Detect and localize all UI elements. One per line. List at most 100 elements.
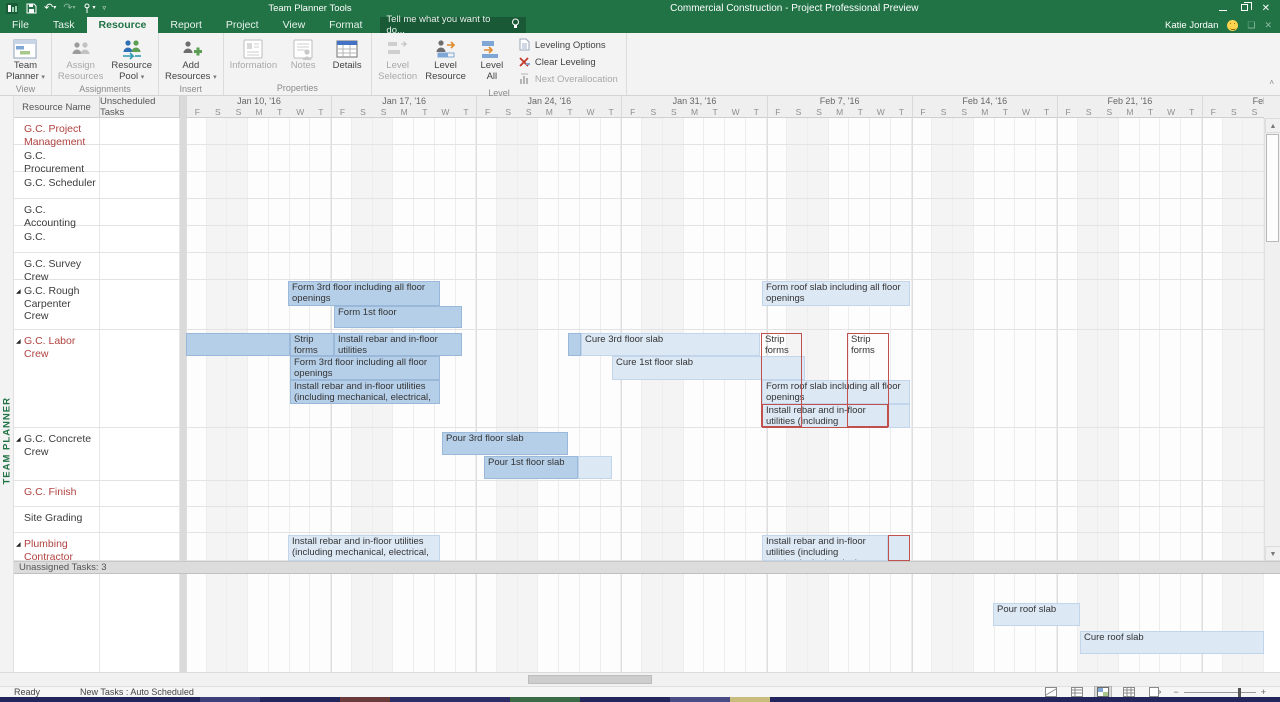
view-shortcut-team-planner[interactable] xyxy=(1095,687,1111,697)
clear-leveling-button[interactable]: Clear Leveling xyxy=(518,55,618,70)
level-resource-button[interactable]: LevelResource xyxy=(421,35,470,87)
task-bar[interactable]: Install rebar and in-floor utilities (in… xyxy=(288,535,440,561)
task-bar[interactable]: Install rebar and in-floor utilities (in… xyxy=(290,380,440,404)
tab-file[interactable]: File xyxy=(0,17,41,33)
task-bar[interactable]: Install rebar and in-floor utilities xyxy=(334,333,462,356)
leveling-options-button[interactable]: Leveling Options xyxy=(518,38,618,53)
timescale-week[interactable]: Feb 28, '16FSSMTWT xyxy=(1202,96,1264,118)
task-bar[interactable]: Form 3rd floor including all floor openi… xyxy=(290,356,440,380)
unscheduled-tasks-cell[interactable] xyxy=(100,481,180,506)
resource-name-cell[interactable]: G.C. Finish xyxy=(14,481,100,506)
horizontal-scrollbar-thumb[interactable] xyxy=(528,675,652,684)
task-bar[interactable]: Cure 3rd floor slab xyxy=(581,333,760,356)
expand-icon[interactable]: ◢ xyxy=(16,539,21,552)
resource-name-cell[interactable]: G.C. Survey Crew xyxy=(14,253,100,279)
unscheduled-tasks-cell[interactable] xyxy=(100,172,180,198)
tell-me-search-input[interactable]: Tell me what you want to do... xyxy=(380,17,526,33)
task-bar[interactable]: Form 3rd floor including all floor openi… xyxy=(288,281,440,306)
tab-report[interactable]: Report xyxy=(158,17,214,33)
task-bar[interactable]: Strip forms xyxy=(761,333,802,427)
unscheduled-tasks-cell[interactable] xyxy=(100,428,180,480)
ribbon-display-options-icon[interactable]: ❏ xyxy=(1247,20,1255,31)
scroll-up-icon[interactable]: ▲ xyxy=(1265,118,1280,133)
timescale-week[interactable]: Feb 7, '16FSSMTWT xyxy=(767,96,912,118)
resource-name-column-header[interactable]: Resource Name xyxy=(14,96,100,118)
resource-name-cell[interactable]: ◢G.C. Labor Crew xyxy=(14,330,100,427)
view-shortcut-resource-sheet[interactable] xyxy=(1121,687,1137,697)
new-tasks-mode[interactable]: New Tasks : Auto Scheduled xyxy=(80,687,194,697)
undo-button[interactable]: ↶▾ xyxy=(44,3,56,14)
zoom-out-button[interactable]: − xyxy=(1173,687,1178,697)
resource-name-cell[interactable]: ◢G.C. Concrete Crew xyxy=(14,428,100,480)
unscheduled-tasks-cell[interactable] xyxy=(100,533,180,560)
resource-name-cell[interactable]: G.C. Project Management xyxy=(14,118,100,144)
unscheduled-tasks-cell[interactable] xyxy=(100,226,180,252)
scroll-down-icon[interactable]: ▼ xyxy=(1265,546,1280,561)
details-button[interactable]: Details xyxy=(325,35,369,82)
view-shortcut-gantt-chart[interactable] xyxy=(1043,687,1059,697)
customize-qat-button[interactable]: ▿ xyxy=(102,3,106,14)
timescale-week[interactable]: Jan 24, '16FSSMTWT xyxy=(476,96,621,118)
task-bar[interactable]: Pour roof slab xyxy=(993,603,1080,626)
task-bar-segment[interactable] xyxy=(888,535,910,561)
tab-format[interactable]: Format xyxy=(317,17,374,33)
close-button[interactable]: ✕ xyxy=(1262,3,1270,14)
resource-name-cell[interactable]: G.C. Procurement xyxy=(14,145,100,171)
view-shortcut-report[interactable] xyxy=(1147,687,1163,697)
close-ribbon-icon[interactable]: ✕ xyxy=(1264,20,1272,31)
user-account-button[interactable]: Katie Jordan xyxy=(1165,20,1218,31)
timescale-week[interactable]: Jan 31, '16FSSMTWT xyxy=(621,96,766,118)
resource-name-cell[interactable]: Site Grading xyxy=(14,507,100,532)
tab-view[interactable]: View xyxy=(271,17,318,33)
unscheduled-tasks-cell[interactable] xyxy=(100,253,180,279)
save-button[interactable] xyxy=(26,3,37,14)
resource-name-cell[interactable]: ◢Plumbing Contractor xyxy=(14,533,100,560)
resource-name-cell[interactable]: G.C. Accounting xyxy=(14,199,100,225)
restore-button[interactable] xyxy=(1241,3,1248,14)
timescale-week[interactable]: Jan 10, '16FSSMTWT xyxy=(186,96,331,118)
zoom-in-button[interactable]: + xyxy=(1261,687,1266,697)
resource-pool-button[interactable]: ResourcePool ▾ xyxy=(107,35,156,83)
vertical-scrollbar-thumb[interactable] xyxy=(1266,134,1279,242)
unscheduled-tasks-cell[interactable] xyxy=(100,330,180,427)
unscheduled-tasks-column-header[interactable]: Unscheduled Tasks xyxy=(100,96,180,118)
zoom-slider[interactable] xyxy=(1184,692,1256,693)
horizontal-scrollbar[interactable] xyxy=(0,672,1280,686)
task-bar[interactable]: Pour 1st floor slab xyxy=(484,456,578,479)
add-resources-button[interactable]: AddResources ▾ xyxy=(161,35,221,83)
task-bar-segment[interactable] xyxy=(578,456,612,479)
task-bar[interactable]: Strip forms xyxy=(847,333,889,427)
minimize-button[interactable] xyxy=(1219,3,1227,14)
team-planner-button[interactable]: TeamPlanner ▾ xyxy=(2,35,49,83)
tab-resource[interactable]: Resource xyxy=(87,17,159,33)
timescale-week[interactable]: Feb 21, '16FSSMTWT xyxy=(1057,96,1202,118)
tab-project[interactable]: Project xyxy=(214,17,271,33)
unscheduled-tasks-cell[interactable] xyxy=(100,280,180,329)
task-bar[interactable]: Pour 3rd floor slab xyxy=(442,432,568,455)
timescale-week[interactable]: Feb 14, '16FSSMTWT xyxy=(912,96,1057,118)
expand-icon[interactable]: ◢ xyxy=(16,286,21,299)
expand-icon[interactable]: ◢ xyxy=(16,434,21,447)
tab-task[interactable]: Task xyxy=(41,17,87,33)
level-all-button[interactable]: LevelAll xyxy=(470,35,514,87)
timescale-week[interactable]: Jan 17, '16FSSMTWT xyxy=(331,96,476,118)
task-bar-segment[interactable] xyxy=(186,333,290,356)
unscheduled-tasks-cell[interactable] xyxy=(100,118,180,144)
resource-name-cell[interactable]: ◢G.C. Rough Carpenter Crew xyxy=(14,280,100,329)
zoom-slider-handle[interactable] xyxy=(1238,688,1241,697)
task-bar[interactable]: Form roof slab including all floor openi… xyxy=(762,281,910,306)
expand-icon[interactable]: ◢ xyxy=(16,336,21,349)
collapse-ribbon-icon[interactable]: ˄ xyxy=(1269,78,1274,87)
task-bar-segment[interactable] xyxy=(568,333,581,356)
vertical-scrollbar[interactable]: ▲ ▼ xyxy=(1264,118,1280,561)
resource-name-cell[interactable]: G.C. Scheduler xyxy=(14,172,100,198)
task-bar[interactable]: Cure roof slab xyxy=(1080,631,1264,654)
feedback-smiley-icon[interactable] xyxy=(1227,20,1238,31)
unscheduled-tasks-cell[interactable] xyxy=(100,199,180,225)
unscheduled-tasks-cell[interactable] xyxy=(100,145,180,171)
view-shortcut-task-usage[interactable] xyxy=(1069,687,1085,697)
project-logo-icon[interactable] xyxy=(6,2,19,15)
resource-name-cell[interactable]: G.C. xyxy=(14,226,100,252)
task-bar-segment[interactable] xyxy=(888,404,910,428)
task-bar[interactable]: Form 1st floor xyxy=(334,306,462,328)
